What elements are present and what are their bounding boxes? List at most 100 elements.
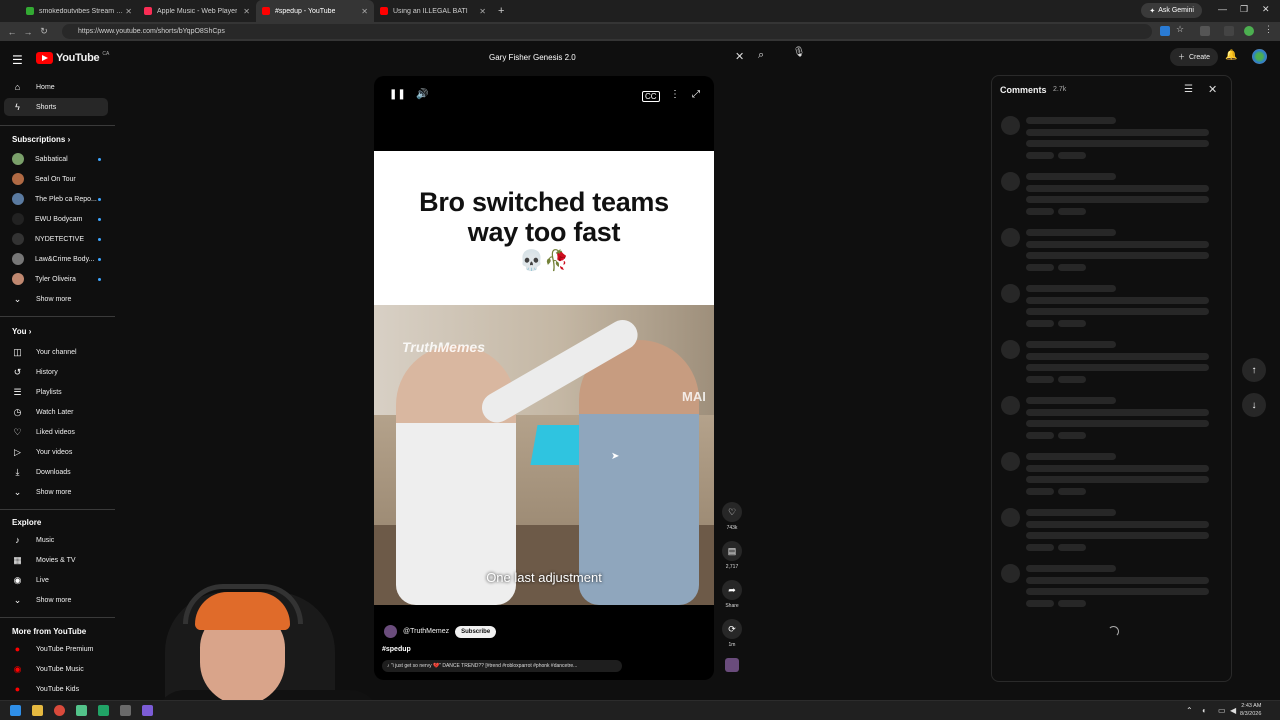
chrome-icon[interactable]	[54, 705, 65, 716]
forward-icon[interactable]: →	[20, 27, 36, 37]
profile-icon[interactable]	[1244, 26, 1254, 36]
tab-close-icon[interactable]: ✕	[125, 7, 132, 16]
remix-icon[interactable]: ⟳	[722, 619, 742, 639]
minimize-icon[interactable]: —	[1218, 4, 1227, 14]
sidebar-item-home[interactable]: ⌂ Home	[4, 78, 108, 96]
url-field[interactable]: https://www.youtube.com/shorts/bYqpO8ShC…	[62, 24, 1152, 39]
pause-icon[interactable]: ❚❚	[389, 89, 406, 100]
browser-menu-icon[interactable]: ⋮	[1264, 24, 1274, 34]
account-avatar[interactable]	[1252, 49, 1267, 64]
sidebar-sub-nydetective[interactable]: NYDETECTIVE	[4, 230, 108, 248]
system-clock[interactable]: 2:43 AM 8/3/2026	[1240, 702, 1261, 718]
show-more-explore[interactable]: ⌄ Show more	[4, 591, 108, 609]
music-pill[interactable]: ♪ "i just get so nervy 💔" DANCE TREND?? …	[382, 660, 622, 672]
video-frame[interactable]: TruthMemes MAI One last adjustment	[374, 305, 714, 605]
browser-tab[interactable]: smokedoutvibes Stream - Watc ✕	[20, 0, 138, 22]
captions-icon[interactable]: CC	[642, 91, 660, 102]
sidebar-item-history[interactable]: ↺ History	[4, 363, 108, 381]
network-icon[interactable]: ▭	[1218, 706, 1226, 715]
channel-avatar[interactable]	[384, 625, 397, 638]
create-button[interactable]: ＋ Create	[1170, 48, 1219, 66]
sidebar-item-downloads[interactable]: ⤓ Downloads	[4, 463, 108, 481]
channel-handle[interactable]: @TruthMemez	[403, 628, 449, 635]
sidebar-sub-law-crime[interactable]: Law&Crime Body...	[4, 250, 108, 268]
ask-gemini-button[interactable]: ✦ Ask Gemini	[1141, 3, 1202, 18]
sort-icon[interactable]: ☰	[1184, 84, 1193, 95]
volume-icon[interactable]: 🔊	[416, 89, 428, 100]
comments-action[interactable]: ▤ 2,717	[722, 541, 742, 570]
sidebar-item-youtube-music[interactable]: ◉ YouTube Music	[4, 660, 108, 678]
like-action[interactable]: ♡ 743k	[722, 502, 742, 531]
sidebar-item-playlists[interactable]: ☰ Playlists	[4, 383, 108, 401]
browser-tab[interactable]: Using an ILLEGAL BATI ✕	[374, 0, 492, 22]
fullscreen-icon[interactable]: ⤢	[692, 89, 700, 100]
show-more-subscriptions[interactable]: ⌄ Show more	[4, 290, 108, 308]
app-icon[interactable]	[98, 705, 109, 716]
close-icon[interactable]: ✕	[1208, 83, 1217, 96]
app-icon[interactable]	[120, 705, 131, 716]
clear-search-icon[interactable]: ✕	[735, 50, 744, 63]
sidebar-item-liked-videos[interactable]: ♡ Liked videos	[4, 423, 108, 441]
share-action[interactable]: ➦ Share	[722, 580, 742, 609]
shorts-player[interactable]: ❚❚ 🔊 CC ⋮ ⤢ Bro switched teams way too f…	[374, 76, 714, 680]
bookmark-star-icon[interactable]: ☆	[1176, 24, 1186, 34]
you-heading[interactable]: You ›	[12, 327, 31, 336]
microphone-icon[interactable]: 🎙	[792, 47, 806, 65]
search-input[interactable]: Gary Fisher Genesis 2.0	[480, 47, 750, 67]
tab-close-icon[interactable]: ✕	[361, 7, 368, 16]
sidebar-item-music[interactable]: ♪ Music	[4, 531, 108, 549]
menu-icon[interactable]: ☰	[12, 53, 23, 67]
sidebar-item-youtube-kids[interactable]: ● YouTube Kids	[4, 680, 108, 698]
tab-title: #spedup - YouTube	[275, 7, 336, 15]
extensions-puzzle-icon[interactable]	[1200, 26, 1210, 36]
app-icon[interactable]	[142, 705, 153, 716]
sidebar-item-live[interactable]: ◉ Live	[4, 571, 108, 589]
browser-tab[interactable]: Apple Music - Web Player ✕	[138, 0, 256, 22]
sidebar-item-watch-later[interactable]: ◷ Watch Later	[4, 403, 108, 421]
tray-app-icon[interactable]: ◐	[1202, 706, 1207, 715]
extension-icon[interactable]	[1160, 26, 1170, 36]
downloads-icon[interactable]	[1224, 26, 1234, 36]
app-icon[interactable]	[76, 705, 87, 716]
sidebar-sub-ewu-bodycam[interactable]: EWU Bodycam	[4, 210, 108, 228]
notifications-bell-icon[interactable]: 🔔	[1225, 50, 1237, 61]
share-icon[interactable]: ➦	[722, 580, 742, 600]
more-options-icon[interactable]: ⋮	[670, 89, 680, 100]
like-icon[interactable]: ♡	[722, 502, 742, 522]
sidebar-item-youtube-premium[interactable]: ● YouTube Premium	[4, 640, 108, 658]
youtube-logo[interactable]: YouTube CA	[36, 51, 109, 64]
short-hashtag[interactable]: #spedup	[382, 646, 411, 653]
subscribe-button[interactable]: Subscribe	[455, 625, 497, 638]
close-window-icon[interactable]: ✕	[1262, 4, 1270, 15]
tray-chevron-icon[interactable]: ⌃	[1186, 706, 1193, 715]
sidebar-item-your-channel[interactable]: ◫ Your channel	[4, 343, 108, 361]
sidebar-item-shorts[interactable]: ϟ Shorts	[4, 98, 108, 116]
back-icon[interactable]: ←	[4, 27, 20, 37]
sound-thumbnail[interactable]	[725, 658, 739, 672]
windows-start-icon[interactable]	[10, 705, 21, 716]
short-title: Bro switched teams way too fast	[384, 187, 704, 247]
tab-close-icon[interactable]: ✕	[479, 7, 486, 16]
sidebar-sub-tyler-oliveira[interactable]: Tyler Oliveira	[4, 270, 108, 288]
reload-icon[interactable]: ↻	[36, 26, 52, 37]
sidebar-sub-sabbatical[interactable]: Sabbatical	[4, 150, 108, 168]
sidebar-sub-the-pleb[interactable]: The Pleb ca Repo...	[4, 190, 108, 208]
next-short-button[interactable]: ↓	[1242, 393, 1266, 417]
tab-close-icon[interactable]: ✕	[243, 7, 250, 16]
remix-action[interactable]: ⟳ 1m	[722, 619, 742, 648]
sidebar-item-movies-tv[interactable]: ▦ Movies & TV	[4, 551, 108, 569]
comment-icon[interactable]: ▤	[722, 541, 742, 561]
subscriptions-heading[interactable]: Subscriptions ›	[12, 135, 70, 144]
file-explorer-icon[interactable]	[32, 705, 43, 716]
show-more-you[interactable]: ⌄ Show more	[4, 483, 108, 501]
comments-count: 2.7k	[1053, 86, 1067, 93]
browser-tab-active[interactable]: #spedup - YouTube ✕	[256, 0, 374, 22]
sidebar-item-your-videos[interactable]: ▷ Your videos	[4, 443, 108, 461]
youtube-logo-icon	[36, 52, 53, 64]
speaker-icon[interactable]: ◀	[1230, 706, 1236, 715]
previous-short-button[interactable]: ↑	[1242, 358, 1266, 382]
maximize-icon[interactable]: ❐	[1240, 4, 1248, 15]
new-tab-button[interactable]: +	[498, 5, 504, 17]
search-icon[interactable]: ⌕	[758, 49, 764, 62]
sidebar-sub-seal-on-tour[interactable]: Seal On Tour	[4, 170, 108, 188]
